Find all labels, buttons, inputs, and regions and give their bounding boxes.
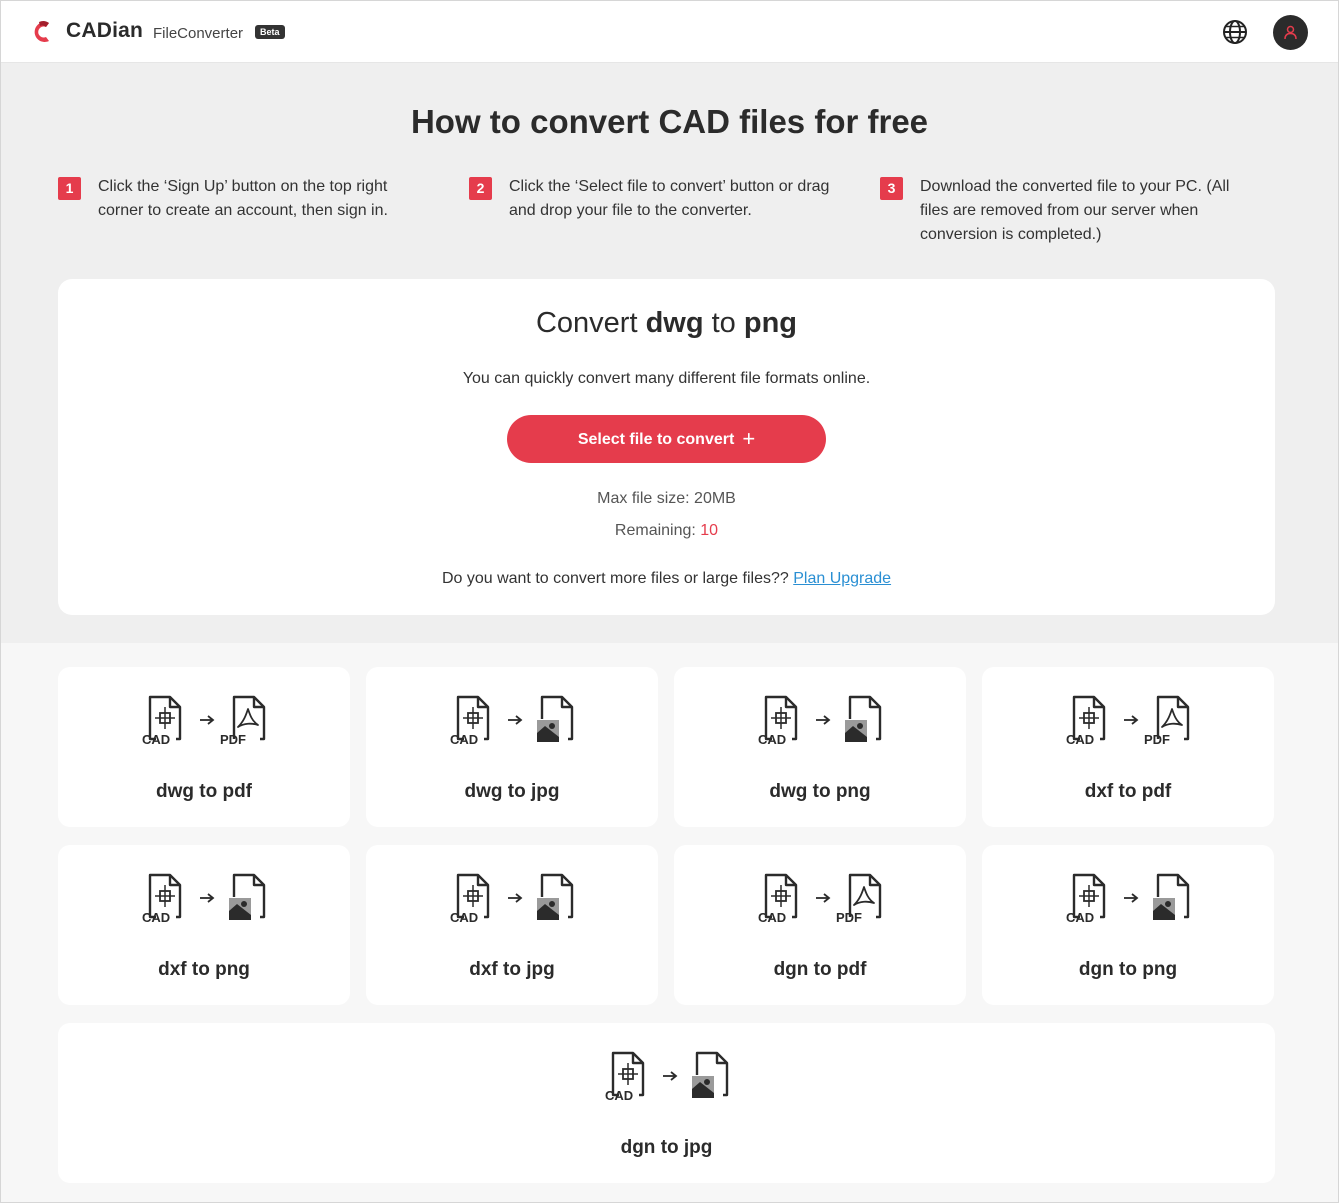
conversion-icon: CAD PDF <box>142 695 266 747</box>
beta-badge: Beta <box>255 25 285 39</box>
max-file-size: Max file size: 20MB <box>597 490 736 507</box>
step-number: 1 <box>58 177 81 200</box>
cad-file-icon: CAD <box>758 695 798 747</box>
format-label: dwg to jpg <box>464 781 560 802</box>
arrow-right-icon <box>816 715 831 725</box>
svg-text:CAD: CAD <box>450 732 478 747</box>
conversion-icon: CAD PDF <box>1066 695 1190 747</box>
format-label: dgn to pdf <box>773 959 867 980</box>
format-label: dwg to pdf <box>155 781 253 802</box>
page-title: How to convert CAD files for free <box>410 103 929 140</box>
step-text: Click the ‘Select file to convert’ butto… <box>509 178 830 219</box>
arrow-right-icon <box>200 715 215 725</box>
arrow-right-icon <box>1124 715 1139 725</box>
svg-text:CAD: CAD <box>450 910 478 925</box>
user-icon <box>1284 25 1297 40</box>
upgrade-prompt: Do you want to convert more files or lar… <box>58 570 1275 588</box>
svg-text:CAD: CAD <box>1066 910 1094 925</box>
target-format: png <box>743 307 798 339</box>
format-label: dxf to png <box>158 959 250 980</box>
remaining-count: Remaining: 10 <box>58 522 1275 540</box>
conversion-icon: CAD <box>758 695 882 747</box>
step-number: 2 <box>469 177 492 200</box>
format-card[interactable]: CAD dxf to png <box>58 845 350 1005</box>
arrow-right-icon <box>816 893 831 903</box>
svg-text:CAD: CAD <box>758 732 786 747</box>
conversion-icon: CAD <box>450 695 574 747</box>
format-card[interactable]: CAD dwg to png <box>674 667 966 827</box>
cadian-logo-icon[interactable] <box>29 19 55 45</box>
conversion-icon: CAD <box>142 873 266 925</box>
arrow-right-icon <box>662 1071 677 1081</box>
source-format: dwg <box>645 307 704 339</box>
plus-icon: + <box>742 426 756 451</box>
product-name: FileConverter <box>153 25 244 42</box>
top-header: CADian FileConverter Beta <box>1 1 1338 63</box>
image-file-icon <box>690 1051 728 1099</box>
format-label: dgn to png <box>1078 959 1178 980</box>
image-file-icon <box>844 695 882 743</box>
svg-text:PDF: PDF <box>220 732 246 747</box>
cad-file-icon: CAD <box>450 873 490 925</box>
image-file-icon <box>1152 873 1190 921</box>
plan-upgrade-link[interactable]: Plan Upgrade <box>793 570 891 587</box>
conversion-icon: CAD PDF <box>758 873 882 925</box>
globe-icon[interactable] <box>1222 19 1248 45</box>
cad-file-icon: CAD <box>1066 695 1106 747</box>
svg-text:PDF: PDF <box>836 910 862 925</box>
svg-text:CAD: CAD <box>605 1088 633 1103</box>
image-file-icon <box>536 695 574 743</box>
format-card[interactable]: CAD dgn to jpg <box>58 1023 1275 1183</box>
pdf-file-icon: PDF <box>1144 695 1190 747</box>
remaining-value: 10 <box>700 522 719 539</box>
svg-text:CAD: CAD <box>1066 732 1094 747</box>
converter-title: Convert dwg to png <box>58 307 1275 340</box>
format-card[interactable]: CAD PDF dgn to pdf <box>674 845 966 1005</box>
svg-text:PDF: PDF <box>1144 732 1170 747</box>
svg-text:CAD: CAD <box>758 910 786 925</box>
cad-file-icon: CAD <box>1066 873 1106 925</box>
select-file-button[interactable]: Select file to convert + <box>507 415 826 463</box>
cad-file-icon: CAD <box>605 1051 644 1103</box>
pdf-file-icon: PDF <box>836 873 882 925</box>
format-label: dxf to pdf <box>1084 781 1172 802</box>
format-card[interactable]: CAD dgn to png <box>982 845 1274 1005</box>
title-mid: to <box>703 307 744 339</box>
arrow-right-icon <box>200 893 215 903</box>
hero-section: How to convert CAD files for free 1 Clic… <box>1 63 1338 643</box>
step-text: Click the ‘Sign Up’ button on the top ri… <box>98 178 388 219</box>
brand-name[interactable]: CADian <box>66 19 143 43</box>
arrow-right-icon <box>508 893 523 903</box>
cad-file-icon: CAD <box>758 873 798 925</box>
select-file-label: Select file to convert <box>577 431 735 448</box>
format-label: dwg to png <box>769 781 871 802</box>
conversion-icon: CAD <box>450 873 574 925</box>
step-number: 3 <box>880 177 903 200</box>
image-file-icon <box>228 873 266 921</box>
format-label: dgn to jpg <box>620 1137 713 1158</box>
format-card[interactable]: CAD PDF dwg to pdf <box>58 667 350 827</box>
format-card[interactable]: CAD dwg to jpg <box>366 667 658 827</box>
format-label: dxf to jpg <box>469 959 555 980</box>
svg-text:CAD: CAD <box>142 732 170 747</box>
converter-subtitle: You can quickly convert many different f… <box>462 370 871 387</box>
pdf-file-icon: PDF <box>220 695 266 747</box>
title-prefix: Convert <box>535 307 646 339</box>
format-card[interactable]: CAD PDF dxf to pdf <box>982 667 1274 827</box>
cad-file-icon: CAD <box>142 873 182 925</box>
arrow-right-icon <box>1124 893 1139 903</box>
format-card[interactable]: CAD dxf to jpg <box>366 845 658 1005</box>
arrow-right-icon <box>508 715 523 725</box>
svg-text:CAD: CAD <box>142 910 170 925</box>
cad-file-icon: CAD <box>142 695 182 747</box>
remaining-label: Remaining: <box>614 522 701 539</box>
cad-file-icon: CAD <box>450 695 490 747</box>
converter-card[interactable]: Convert dwg to png You can quickly conve… <box>58 279 1275 615</box>
step-text: Download the converted file to your PC. … <box>920 178 1230 243</box>
conversion-icon: CAD <box>1066 873 1190 925</box>
image-file-icon <box>536 873 574 921</box>
user-avatar-button[interactable] <box>1273 15 1308 50</box>
upgrade-text: Do you want to convert more files or lar… <box>441 570 794 587</box>
conversion-icon: CAD <box>605 1051 728 1103</box>
